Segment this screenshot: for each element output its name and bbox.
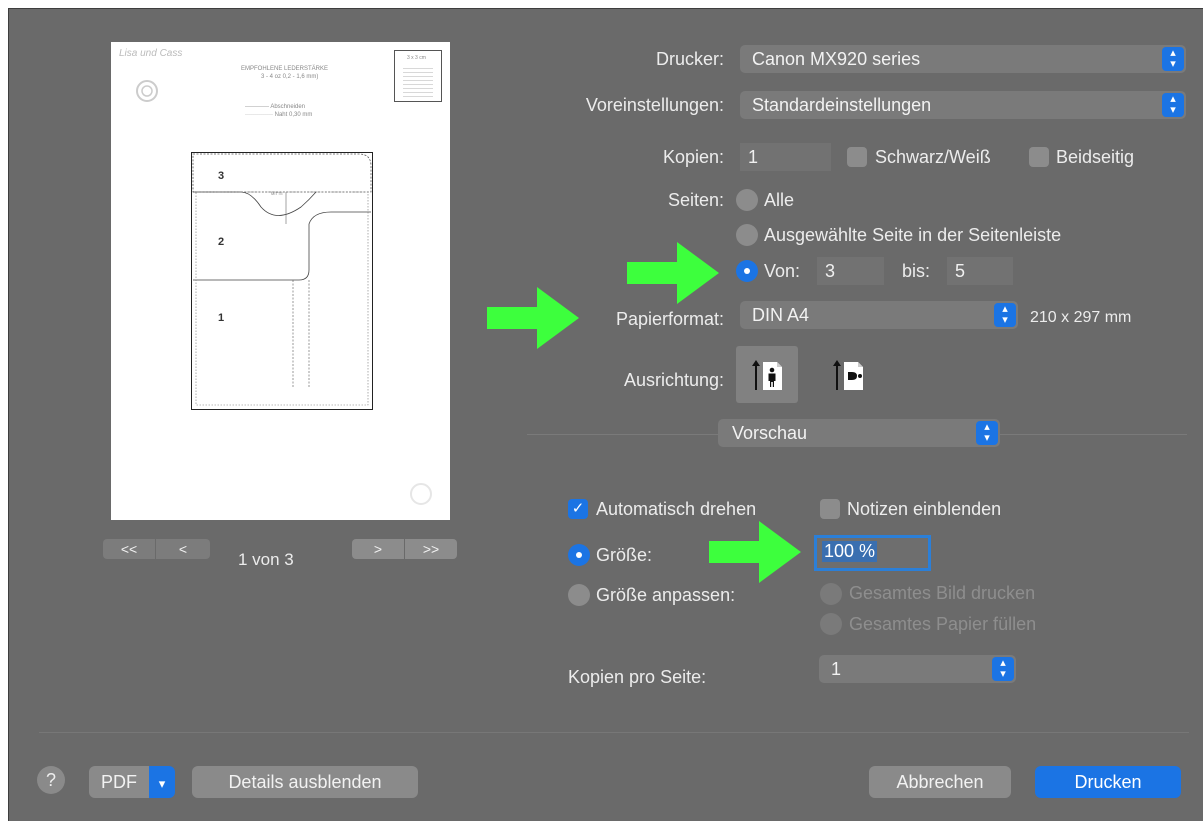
pages-selection-label: Ausgewählte Seite in der Seitenleiste bbox=[764, 225, 1062, 245]
pages-label: Seiten: bbox=[667, 190, 724, 210]
fit-radio[interactable] bbox=[568, 584, 590, 606]
auto-rotate-label: Automatisch drehen bbox=[596, 499, 757, 519]
auto-rotate-checkbox[interactable]: ✓ bbox=[568, 499, 588, 519]
printer-value: Canon MX920 series bbox=[752, 49, 921, 69]
last-page-button[interactable]: >> bbox=[405, 539, 457, 559]
help-icon: ? bbox=[45, 770, 56, 790]
footer-separator bbox=[39, 732, 1189, 733]
presets-value: Standardeinstellungen bbox=[752, 95, 932, 115]
page-status: 1 von 3 bbox=[238, 550, 294, 569]
pages-to-field[interactable]: 5 bbox=[947, 257, 1013, 285]
section-value: Vorschau bbox=[732, 423, 808, 443]
next-page-button[interactable]: > bbox=[352, 539, 404, 559]
bw-label: Schwarz/Weiß bbox=[875, 147, 991, 167]
pages-all-radio[interactable] bbox=[736, 189, 758, 211]
presets-label: Voreinstellungen: bbox=[585, 95, 724, 115]
piece-label-1: 1 bbox=[218, 312, 225, 324]
piece-label-2: 2 bbox=[218, 236, 225, 248]
portrait-button[interactable] bbox=[736, 346, 798, 403]
updown-chevron-icon: ▴ ▾ bbox=[994, 303, 1016, 327]
print-image-radio[interactable] bbox=[820, 583, 842, 605]
paper-size-text: 210 x 297 mm bbox=[1030, 309, 1132, 326]
fit-label: Größe anpassen: bbox=[596, 585, 736, 605]
pages-to-label: bis: bbox=[902, 261, 931, 281]
watermark-icon bbox=[410, 483, 432, 505]
pdf-button[interactable]: PDF bbox=[89, 766, 149, 798]
pages-all-label: Alle bbox=[764, 190, 795, 210]
arrow-pages-icon bbox=[627, 242, 719, 304]
cancel-button[interactable]: Abbrechen bbox=[869, 766, 1011, 798]
pdf-label: PDF bbox=[101, 772, 137, 792]
pages-from-label: Von: bbox=[764, 261, 801, 281]
copies-field[interactable]: 1 bbox=[740, 143, 831, 171]
portrait-orientation-icon bbox=[752, 360, 782, 390]
preview-legend-seam: ·············· Naht 0,30 mm bbox=[245, 112, 313, 118]
paper-select[interactable]: DIN A4 ▴ ▾ bbox=[740, 301, 1018, 329]
arrow-paper-icon bbox=[487, 287, 579, 349]
duplex-label: Beidseitig bbox=[1056, 147, 1135, 167]
pdf-menu-button[interactable]: ▾ bbox=[149, 766, 175, 798]
per-page-select[interactable]: 1 ▴ ▾ bbox=[819, 655, 1016, 683]
chevron-down-icon: ▾ bbox=[158, 776, 166, 791]
hide-details-button[interactable]: Details ausblenden bbox=[192, 766, 418, 798]
show-notes-label: Notizen einblenden bbox=[847, 499, 1002, 519]
center-mark: MITTE bbox=[271, 191, 283, 196]
updown-chevron-icon: ▴ ▾ bbox=[992, 657, 1014, 681]
fill-paper-radio[interactable] bbox=[820, 613, 842, 635]
preview-heading: EMPFOHLENE LEDERSTÄRKE bbox=[241, 66, 329, 72]
piece-label-3: 3 bbox=[218, 170, 225, 182]
lion-logo-icon bbox=[136, 80, 158, 102]
paper-value: DIN A4 bbox=[752, 305, 810, 325]
printer-label: Drucker: bbox=[655, 49, 724, 69]
pages-selection-radio[interactable] bbox=[736, 224, 758, 246]
preview-logo: Lisa und Cass bbox=[119, 48, 183, 59]
preview-page: Lisa und Cass EMPFOHLENE LEDERSTÄRKE 3 -… bbox=[111, 42, 450, 520]
updown-chevron-icon: ▴ ▾ bbox=[976, 421, 998, 445]
bw-checkbox[interactable] bbox=[847, 147, 867, 167]
print-dialog: Lisa und Cass EMPFOHLENE LEDERSTÄRKE 3 -… bbox=[8, 8, 1203, 821]
preview-heading-sub: 3 - 4 oz 0,2 - 1,6 mm) bbox=[261, 74, 319, 80]
print-button[interactable]: Drucken bbox=[1035, 766, 1181, 798]
section-select[interactable]: Vorschau ▴ ▾ bbox=[718, 419, 1000, 447]
presets-select[interactable]: Standardeinstellungen ▴ ▾ bbox=[740, 91, 1186, 119]
updown-chevron-icon: ▴ ▾ bbox=[1162, 47, 1184, 71]
updown-chevron-icon: ▴ ▾ bbox=[1162, 93, 1184, 117]
per-page-label: Kopien pro Seite: bbox=[568, 667, 707, 687]
show-notes-checkbox[interactable] bbox=[820, 499, 840, 519]
landscape-button[interactable] bbox=[817, 346, 879, 403]
size-radio[interactable] bbox=[568, 544, 590, 566]
size-field[interactable]: 100 % bbox=[814, 535, 931, 571]
preview-legend-cut: ------------ Abschneiden bbox=[245, 104, 306, 110]
duplex-checkbox[interactable] bbox=[1029, 147, 1049, 167]
prev-page-button[interactable]: < bbox=[156, 539, 210, 559]
pattern-drawing bbox=[191, 152, 373, 410]
orientation-label: Ausrichtung: bbox=[623, 370, 724, 390]
landscape-orientation-icon bbox=[833, 360, 863, 390]
preview-info-box: 3 x 3 cm bbox=[394, 50, 442, 102]
printer-select[interactable]: Canon MX920 series ▴ ▾ bbox=[740, 45, 1186, 73]
per-page-value: 1 bbox=[831, 659, 842, 679]
help-button[interactable]: ? bbox=[37, 766, 65, 794]
fill-paper-label: Gesamtes Papier füllen bbox=[849, 614, 1037, 634]
pages-range-radio[interactable] bbox=[736, 260, 758, 282]
arrow-size-icon bbox=[709, 521, 801, 583]
print-image-label: Gesamtes Bild drucken bbox=[849, 583, 1036, 603]
size-label: Größe: bbox=[596, 545, 653, 565]
pages-from-field[interactable]: 3 bbox=[817, 257, 884, 285]
first-page-button[interactable]: << bbox=[103, 539, 155, 559]
copies-label: Kopien: bbox=[662, 147, 724, 167]
size-value: 100 % bbox=[822, 541, 878, 562]
